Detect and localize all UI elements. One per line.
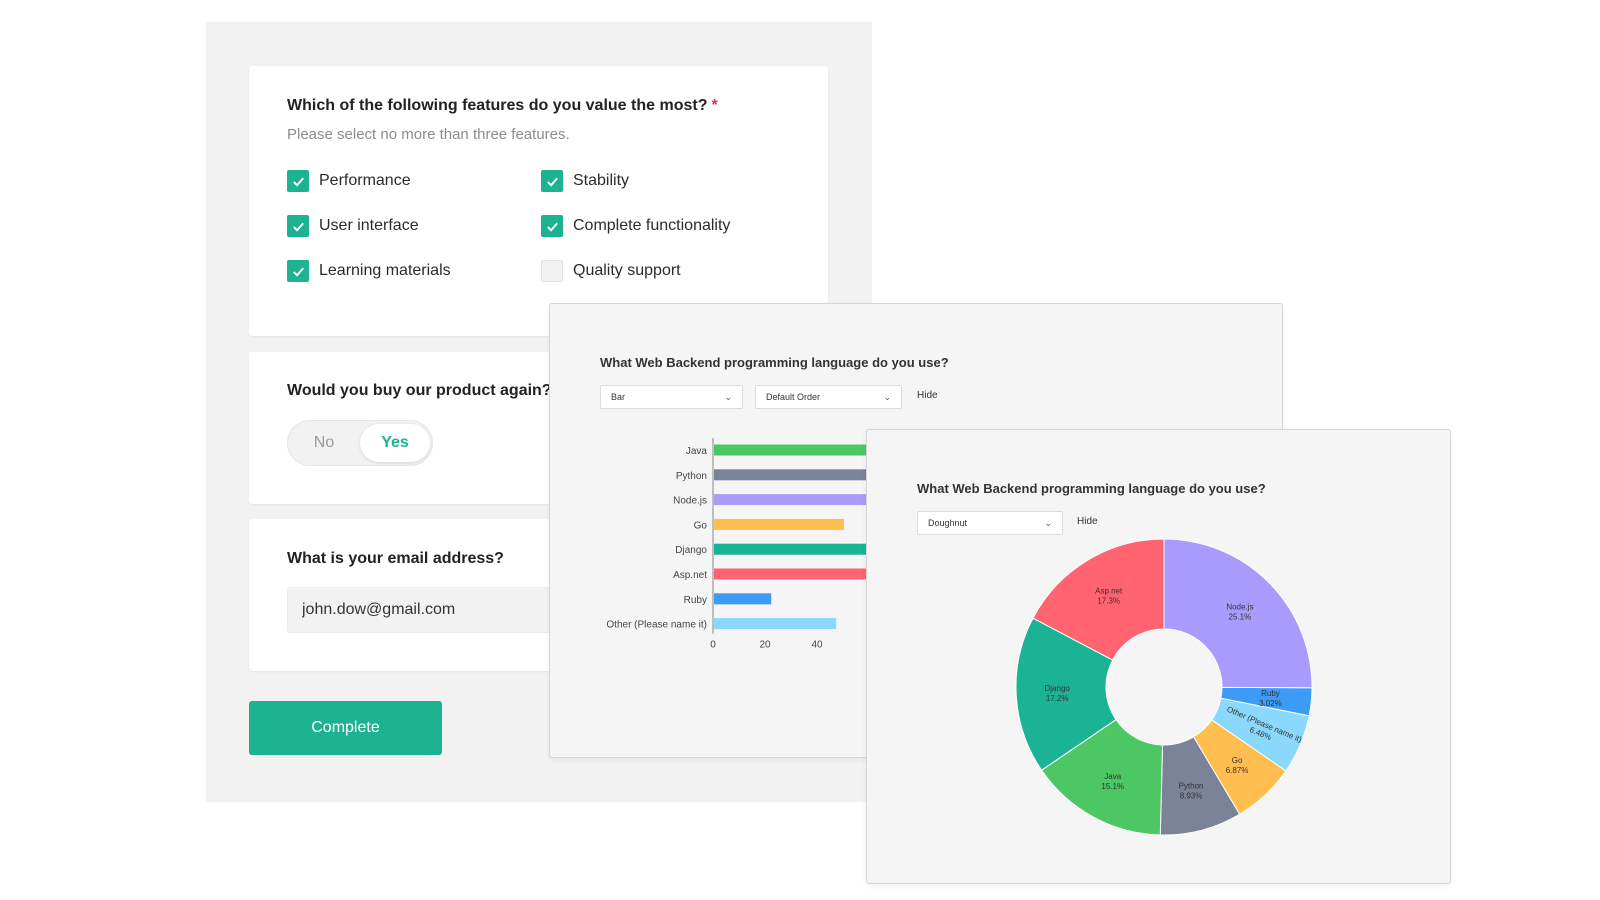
option-quality-support[interactable]: Quality support — [541, 260, 681, 282]
bar-category-label: Java — [686, 446, 708, 457]
slice-value-label: 25.1% — [1229, 613, 1252, 622]
slice-name-label: Asp.net — [1095, 586, 1123, 595]
option-user-interface[interactable]: User interface — [287, 215, 419, 237]
bar-category-label: Go — [694, 520, 708, 531]
slice-name-label: Go — [1232, 756, 1243, 765]
bar-tick-label: 20 — [759, 640, 771, 651]
option-label: Complete functionality — [573, 217, 731, 234]
bar-mark — [714, 543, 870, 555]
checkbox-checked[interactable] — [287, 260, 309, 282]
slice-name-label: Java — [1104, 772, 1121, 781]
toggle-no[interactable]: No — [292, 424, 356, 462]
option-label: Quality support — [573, 262, 681, 279]
bar-category-label: Python — [676, 471, 707, 482]
bar-mark — [714, 568, 870, 580]
bar-mark — [714, 494, 870, 506]
check-icon — [546, 222, 558, 232]
question-card-features: Which of the following features do you v… — [249, 66, 828, 336]
yes-no-toggle[interactable]: No Yes — [287, 420, 433, 466]
doughnut-label: Asp.net17.3% — [1095, 586, 1123, 605]
option-label: Stability — [573, 172, 630, 189]
bar-category-label: Asp.net — [673, 570, 707, 581]
checkbox-checked[interactable] — [541, 170, 563, 192]
checkbox-checked[interactable] — [287, 170, 309, 192]
bar-mark — [714, 593, 772, 605]
option-complete-functionality[interactable]: Complete functionality — [541, 215, 730, 237]
slice-value-label: 17.2% — [1046, 694, 1069, 703]
checkbox-checked[interactable] — [541, 215, 563, 237]
bar-category-label: Ruby — [684, 595, 707, 606]
doughnut-label: Node.js25.1% — [1226, 603, 1253, 622]
option-stability[interactable]: Stability — [541, 170, 629, 192]
question-title: What is your email address? — [287, 550, 504, 567]
question-title: Would you buy our product again? — [287, 382, 552, 399]
required-mark: * — [711, 97, 718, 114]
bar-mark — [714, 469, 870, 481]
doughnut-label: Java15.1% — [1101, 772, 1124, 791]
doughnut-chart: Node.js25.1%Ruby3.02%Other (Please name … — [1015, 538, 1313, 836]
bar-tick-label: 0 — [710, 640, 716, 651]
doughnut-label: Python8.93% — [1179, 782, 1204, 801]
bar-tick-label: 40 — [811, 640, 823, 651]
doughnut-chart-panel: What Web Backend programming language do… — [866, 429, 1451, 884]
question-hint: Please select no more than three feature… — [287, 126, 570, 143]
slice-value-label: 6.87% — [1226, 766, 1249, 775]
check-icon — [292, 177, 304, 187]
bar-category-label: Django — [675, 545, 707, 556]
option-label: User interface — [319, 217, 419, 234]
option-label: Learning materials — [319, 262, 451, 279]
check-icon — [292, 222, 304, 232]
bar-category-label: Node.js — [673, 496, 707, 507]
complete-button[interactable]: Complete — [249, 701, 442, 755]
check-icon — [546, 177, 558, 187]
option-performance[interactable]: Performance — [287, 170, 411, 192]
slice-name-label: Node.js — [1226, 603, 1253, 612]
checkbox-checked[interactable] — [287, 215, 309, 237]
option-label: Performance — [319, 172, 411, 189]
slice-name-label: Ruby — [1261, 689, 1280, 698]
doughnut-label: Ruby3.02% — [1259, 689, 1282, 708]
bar-mark — [714, 518, 844, 530]
bar-mark — [714, 444, 870, 456]
toggle-yes[interactable]: Yes — [360, 424, 430, 462]
doughnut-label: Django17.2% — [1044, 684, 1070, 703]
bar-mark — [714, 618, 837, 630]
slice-value-label: 3.02% — [1259, 699, 1282, 708]
slice-value-label: 17.3% — [1097, 596, 1120, 605]
slice-name-label: Python — [1179, 782, 1204, 791]
option-learning-materials[interactable]: Learning materials — [287, 260, 451, 282]
slice-value-label: 8.93% — [1180, 792, 1203, 801]
question-title: Which of the following features do you v… — [287, 97, 718, 114]
checkbox-unchecked[interactable] — [541, 260, 563, 282]
slice-name-label: Django — [1044, 684, 1070, 693]
bar-category-label: Other (Please name it) — [606, 620, 707, 631]
slice-value-label: 15.1% — [1101, 782, 1124, 791]
check-icon — [292, 267, 304, 277]
